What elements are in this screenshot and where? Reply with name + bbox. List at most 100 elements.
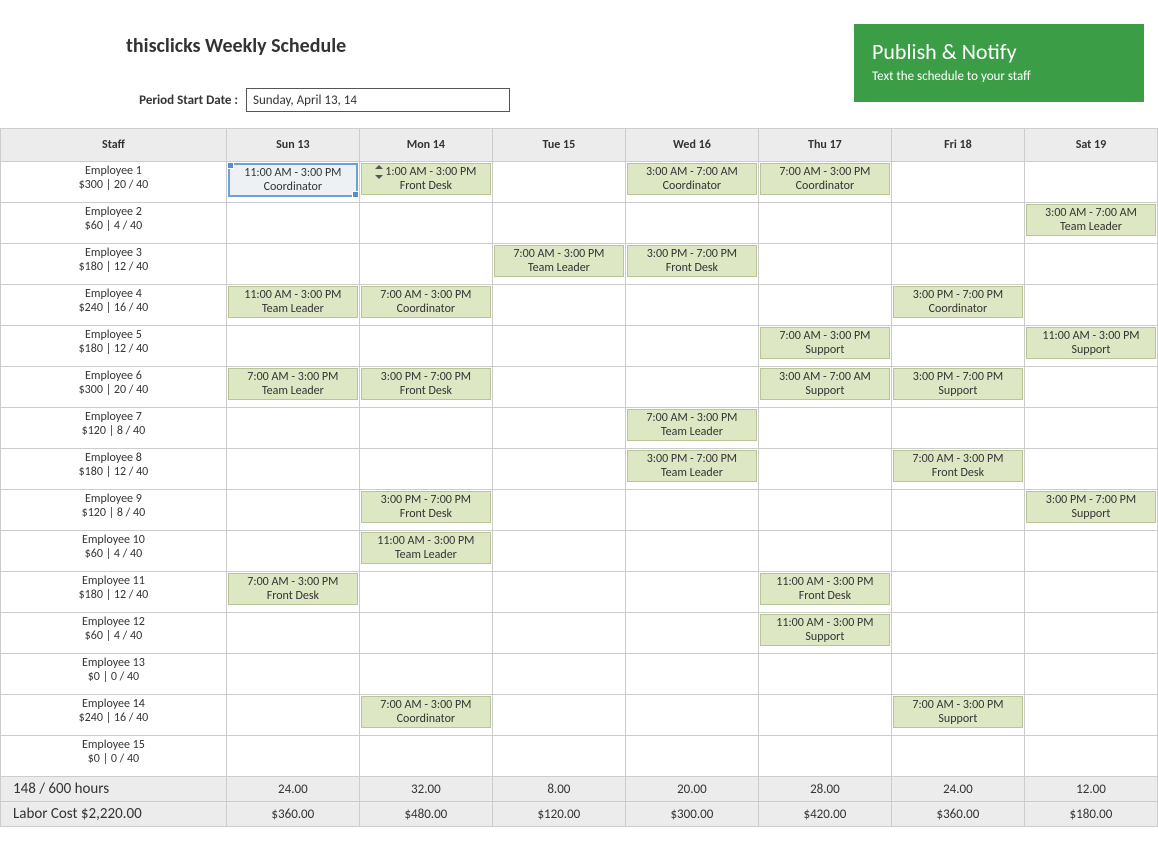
- staff-cell[interactable]: Employee 13$0 | 0 / 40: [1, 654, 227, 695]
- schedule-cell[interactable]: 7:00 AM - 3:00 PMTeam Leader: [492, 244, 625, 285]
- schedule-cell[interactable]: [625, 572, 758, 613]
- schedule-cell[interactable]: [492, 531, 625, 572]
- schedule-cell[interactable]: [359, 449, 492, 490]
- schedule-cell[interactable]: [492, 695, 625, 736]
- schedule-cell[interactable]: [891, 531, 1024, 572]
- schedule-cell[interactable]: [1024, 613, 1157, 654]
- schedule-cell[interactable]: [492, 367, 625, 408]
- schedule-cell[interactable]: [359, 203, 492, 244]
- schedule-cell[interactable]: [1024, 531, 1157, 572]
- schedule-cell[interactable]: [492, 572, 625, 613]
- schedule-cell[interactable]: [891, 572, 1024, 613]
- schedule-cell[interactable]: [1024, 367, 1157, 408]
- staff-cell[interactable]: Employee 2$60 | 4 / 40: [1, 203, 227, 244]
- schedule-cell[interactable]: [226, 613, 359, 654]
- shift-block[interactable]: 3:00 PM - 7:00 PMTeam Leader: [627, 450, 757, 482]
- schedule-cell[interactable]: [625, 490, 758, 531]
- shift-block[interactable]: 7:00 AM - 3:00 PMSupport: [760, 327, 890, 359]
- staff-cell[interactable]: Employee 4$240 | 16 / 40: [1, 285, 227, 326]
- schedule-cell[interactable]: [891, 613, 1024, 654]
- schedule-cell[interactable]: [625, 695, 758, 736]
- shift-block[interactable]: 7:00 AM - 3:00 PMCoordinator: [760, 163, 890, 195]
- staff-cell[interactable]: Employee 3$180 | 12 / 40: [1, 244, 227, 285]
- schedule-cell[interactable]: [1024, 695, 1157, 736]
- shift-block[interactable]: 3:00 PM - 7:00 PMFront Desk: [361, 368, 491, 400]
- schedule-cell[interactable]: 11:00 AM - 3:00 PMSupport: [1024, 326, 1157, 367]
- schedule-cell[interactable]: 1:00 AM - 3:00 PMFront Desk: [359, 162, 492, 203]
- schedule-cell[interactable]: [226, 490, 359, 531]
- schedule-cell[interactable]: 7:00 AM - 3:00 PMFront Desk: [891, 449, 1024, 490]
- schedule-cell[interactable]: [492, 162, 625, 203]
- schedule-cell[interactable]: [625, 285, 758, 326]
- schedule-cell[interactable]: 11:00 AM - 3:00 PMSupport: [758, 613, 891, 654]
- staff-cell[interactable]: Employee 10$60 | 4 / 40: [1, 531, 227, 572]
- shift-block[interactable]: 3:00 AM - 7:00 AMTeam Leader: [1026, 204, 1156, 236]
- schedule-cell[interactable]: 7:00 AM - 3:00 PMTeam Leader: [226, 367, 359, 408]
- schedule-cell[interactable]: [891, 408, 1024, 449]
- schedule-cell[interactable]: [226, 654, 359, 695]
- schedule-cell[interactable]: [891, 736, 1024, 777]
- schedule-cell[interactable]: 3:00 PM - 7:00 PMSupport: [1024, 490, 1157, 531]
- schedule-cell[interactable]: [492, 408, 625, 449]
- schedule-cell[interactable]: 7:00 AM - 3:00 PMFront Desk: [226, 572, 359, 613]
- schedule-cell[interactable]: [1024, 285, 1157, 326]
- schedule-cell[interactable]: [625, 736, 758, 777]
- schedule-cell[interactable]: [226, 449, 359, 490]
- schedule-cell[interactable]: [758, 285, 891, 326]
- staff-cell[interactable]: Employee 7$120 | 8 / 40: [1, 408, 227, 449]
- schedule-cell[interactable]: [1024, 654, 1157, 695]
- shift-block[interactable]: 3:00 PM - 7:00 PMFront Desk: [361, 491, 491, 523]
- shift-block[interactable]: 3:00 PM - 7:00 PMSupport: [1026, 491, 1156, 523]
- shift-block[interactable]: 7:00 AM - 3:00 PMFront Desk: [228, 573, 358, 605]
- schedule-cell[interactable]: [492, 203, 625, 244]
- schedule-cell[interactable]: [492, 285, 625, 326]
- schedule-cell[interactable]: [758, 203, 891, 244]
- schedule-cell[interactable]: [625, 203, 758, 244]
- publish-notify-button[interactable]: Publish & Notify Text the schedule to yo…: [854, 24, 1144, 102]
- schedule-cell[interactable]: 3:00 PM - 7:00 PMFront Desk: [359, 490, 492, 531]
- schedule-cell[interactable]: 7:00 AM - 3:00 PMCoordinator: [359, 695, 492, 736]
- schedule-cell[interactable]: [359, 326, 492, 367]
- schedule-cell[interactable]: [758, 490, 891, 531]
- staff-cell[interactable]: Employee 8$180 | 12 / 40: [1, 449, 227, 490]
- schedule-cell[interactable]: 3:00 PM - 7:00 PMFront Desk: [625, 244, 758, 285]
- schedule-cell[interactable]: [1024, 244, 1157, 285]
- period-start-input[interactable]: Sunday, April 13, 14: [246, 88, 510, 112]
- schedule-cell[interactable]: [226, 736, 359, 777]
- schedule-cell[interactable]: 11:00 AM - 3:00 PMTeam Leader: [359, 531, 492, 572]
- schedule-cell[interactable]: [226, 326, 359, 367]
- schedule-cell[interactable]: [891, 162, 1024, 203]
- staff-cell[interactable]: Employee 11$180 | 12 / 40: [1, 572, 227, 613]
- schedule-cell[interactable]: 3:00 PM - 7:00 PMCoordinator: [891, 285, 1024, 326]
- selection-handle[interactable]: [227, 162, 234, 169]
- schedule-cell[interactable]: [1024, 162, 1157, 203]
- schedule-cell[interactable]: [226, 203, 359, 244]
- shift-block[interactable]: 11:00 AM - 3:00 PMFront Desk: [760, 573, 890, 605]
- schedule-cell[interactable]: [625, 367, 758, 408]
- schedule-cell[interactable]: [625, 326, 758, 367]
- schedule-cell[interactable]: [492, 449, 625, 490]
- schedule-cell[interactable]: [758, 449, 891, 490]
- shift-block[interactable]: 3:00 AM - 7:00 AMSupport: [760, 368, 890, 400]
- schedule-cell[interactable]: [758, 695, 891, 736]
- schedule-cell[interactable]: [1024, 736, 1157, 777]
- schedule-cell[interactable]: [891, 203, 1024, 244]
- schedule-cell[interactable]: 3:00 AM - 7:00 AMCoordinator: [625, 162, 758, 203]
- schedule-cell[interactable]: 11:00 AM - 3:00 PMCoordinator: [226, 162, 359, 203]
- stepper-icon[interactable]: [375, 166, 383, 178]
- schedule-cell[interactable]: [758, 244, 891, 285]
- schedule-cell[interactable]: [492, 326, 625, 367]
- schedule-cell[interactable]: [1024, 408, 1157, 449]
- staff-cell[interactable]: Employee 14$240 | 16 / 40: [1, 695, 227, 736]
- schedule-cell[interactable]: [625, 654, 758, 695]
- schedule-cell[interactable]: 7:00 AM - 3:00 PMSupport: [758, 326, 891, 367]
- schedule-cell[interactable]: [891, 654, 1024, 695]
- shift-block[interactable]: 7:00 AM - 3:00 PMTeam Leader: [494, 245, 624, 277]
- schedule-cell[interactable]: [1024, 449, 1157, 490]
- schedule-cell[interactable]: 3:00 PM - 7:00 PMSupport: [891, 367, 1024, 408]
- shift-block[interactable]: 3:00 PM - 7:00 PMFront Desk: [627, 245, 757, 277]
- staff-cell[interactable]: Employee 9$120 | 8 / 40: [1, 490, 227, 531]
- schedule-cell[interactable]: [359, 244, 492, 285]
- schedule-cell[interactable]: [226, 531, 359, 572]
- schedule-cell[interactable]: [492, 490, 625, 531]
